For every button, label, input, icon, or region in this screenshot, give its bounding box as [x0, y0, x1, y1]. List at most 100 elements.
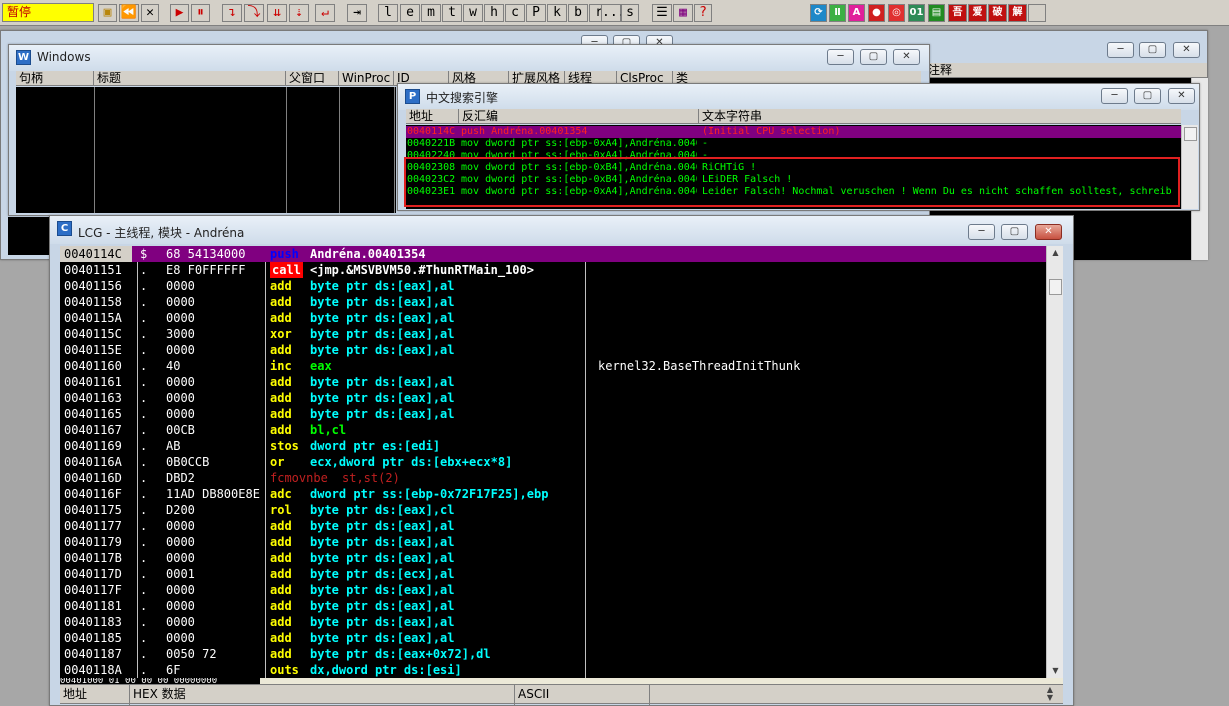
search-result-row[interactable]: 0040221B mov dword ptr ss:[ebp-0xA4],Andr…	[406, 138, 1189, 150]
rewind-icon[interactable]: ⏪	[119, 4, 139, 22]
execute-till-return-icon[interactable]: ↵	[315, 4, 335, 22]
dump-col-hex[interactable]: HEX 数据	[130, 685, 515, 705]
goto-icon[interactable]: ⇥	[347, 4, 367, 22]
disasm-row[interactable]: 0040116A. 0B0CCB or ecx,dword ptr ds:[ebx+e…	[60, 454, 1046, 470]
plugin-love-icon[interactable]: 爱	[968, 4, 987, 22]
search-result-row[interactable]: 0040114C push Andréna.00401354 (Initial CP…	[406, 126, 1189, 138]
plugin-a-icon[interactable]: A	[848, 4, 865, 22]
step-into-icon[interactable]: ↴	[222, 4, 242, 22]
disasm-row[interactable]: 0040114C $68 54134000 push Andréna.00401354	[60, 246, 1046, 262]
search-window-maximize-button[interactable]: ▢	[1134, 88, 1161, 104]
toolbar-letter-c[interactable]: c	[505, 4, 525, 22]
disasm-row[interactable]: 00401156. 0000 add byte ptr ds:[eax],al	[60, 278, 1046, 294]
disasm-row[interactable]: 00401185. 0000 add byte ptr ds:[eax],al	[60, 630, 1046, 646]
disasm-row[interactable]: 00401169. AB stos dword ptr es:[edi]	[60, 438, 1046, 454]
disasm-row[interactable]: 0040116F. 11AD DB800E8E adc dword ptr ss:[e…	[60, 486, 1046, 502]
toolbar-letter-m[interactable]: m	[421, 4, 441, 22]
open-file-icon[interactable]: ▣	[98, 4, 117, 22]
pause-icon[interactable]: ⏸	[191, 4, 210, 22]
windows-window-close-button[interactable]: ✕	[893, 49, 920, 65]
dump-col-address[interactable]: 地址	[60, 685, 130, 705]
disasm-row[interactable]: 00401163. 0000 add byte ptr ds:[eax],al	[60, 390, 1046, 406]
disasm-row[interactable]: 00401179. 0000 add byte ptr ds:[eax],al	[60, 534, 1046, 550]
disasm-row[interactable]: 0040117F. 0000 add byte ptr ds:[eax],al	[60, 582, 1046, 598]
help-icon[interactable]: ?	[694, 4, 712, 22]
dump-scroll-icon[interactable]: ▲ ▼	[1044, 686, 1056, 702]
windows-window-minimize-button[interactable]: ─	[827, 49, 854, 65]
scroll-up-arrow-icon[interactable]: ▲	[1047, 246, 1064, 260]
disasm-row[interactable]: 00401151. E8 F0FFFFFF call <jmp.&MSVBVM50.#…	[60, 262, 1046, 278]
plugin-language-icon[interactable]: 吾	[948, 4, 967, 22]
search-col-disasm[interactable]: 反汇编	[459, 109, 699, 124]
toolbar-letter-h[interactable]: h	[484, 4, 504, 22]
disasm-addr: 0040117F	[64, 583, 122, 597]
search-window-minimize-button[interactable]: ─	[1101, 88, 1128, 104]
col-title[interactable]: 标题	[94, 71, 286, 86]
disassembly-scroll-thumb[interactable]	[1049, 279, 1062, 295]
plugin-solve-icon[interactable]: 解	[1008, 4, 1027, 22]
back-window2-maximize-button[interactable]: ▢	[1139, 42, 1166, 58]
disasm-row[interactable]: 0040116D. DBD2 fcmovnbe st,st(2)	[60, 470, 1046, 486]
disasm-ops: byte ptr ds:[eax],al	[310, 295, 455, 309]
toolbar-letter-b[interactable]: b	[568, 4, 588, 22]
plugin-binary-icon[interactable]: 01	[908, 4, 925, 22]
disasm-row[interactable]: 00401161. 0000 add byte ptr ds:[eax],al	[60, 374, 1046, 390]
options-icon[interactable]: ▦	[673, 4, 693, 22]
col-handle[interactable]: 句柄	[16, 71, 94, 86]
plugin-pause-icon[interactable]: Ⅱ	[829, 4, 846, 22]
toolbar-letter-w[interactable]: w	[463, 4, 483, 22]
disasm-row[interactable]: 0040115C. 3000 xor byte ptr ds:[eax],al	[60, 326, 1046, 342]
disasm-row[interactable]: 00401187. 0050 72 add byte ptr ds:[eax+0x72…	[60, 646, 1046, 662]
col-winproc[interactable]: WinProc	[339, 71, 394, 86]
step-over-icon[interactable]: ⤵	[244, 4, 264, 22]
plugin-target-icon[interactable]: ◎	[888, 4, 905, 22]
search-scrollbar[interactable]	[1181, 125, 1198, 209]
toolbar-letter-P[interactable]: P	[526, 4, 546, 22]
disassembly-scrollbar[interactable]: ▲ ▼	[1046, 246, 1063, 678]
toolbar-letter-t[interactable]: t	[442, 4, 462, 22]
col-parent[interactable]: 父窗口	[286, 71, 339, 86]
toolbar-letter-ellipsis[interactable]: ...	[601, 4, 625, 22]
back-window2-close-button[interactable]: ✕	[1173, 42, 1200, 58]
windows-window-maximize-button[interactable]: ▢	[860, 49, 887, 65]
scroll-down-arrow-icon[interactable]: ▼	[1047, 664, 1064, 678]
run-icon[interactable]: ▶	[170, 4, 189, 22]
disassembly-pane[interactable]: 0040114C $68 54134000 push Andréna.00401354…	[60, 246, 1046, 678]
plugin-crack-icon[interactable]: 破	[988, 4, 1007, 22]
disasm-row[interactable]: 00401160. 40 inc eax	[60, 358, 1046, 374]
close-debug-icon[interactable]: ✕	[141, 4, 159, 22]
trace-into-icon[interactable]: ⇊	[267, 4, 287, 22]
disasm-row[interactable]: 00401167. 00CB add bl,cl	[60, 422, 1046, 438]
comment-kernel32: kernel32.BaseThreadInitThunk	[598, 359, 801, 373]
disasm-row[interactable]: 00401158. 0000 add byte ptr ds:[eax],al	[60, 294, 1046, 310]
toolbar-letter-e[interactable]: e	[400, 4, 420, 22]
disasm-row[interactable]: 0040117B. 0000 add byte ptr ds:[eax],al	[60, 550, 1046, 566]
disasm-row[interactable]: 00401175. D200 rol byte ptr ds:[eax],cl	[60, 502, 1046, 518]
plugin-refresh-icon[interactable]: ⟳	[810, 4, 827, 22]
cpu-window-close-button[interactable]: ✕	[1035, 224, 1062, 240]
toolbar-letter-l[interactable]: l	[378, 4, 398, 22]
blank-tool-icon[interactable]	[1028, 4, 1046, 22]
disasm-row[interactable]: 00401183. 0000 add byte ptr ds:[eax],al	[60, 614, 1046, 630]
disasm-row[interactable]: 0040115E. 0000 add byte ptr ds:[eax],al	[60, 342, 1046, 358]
list-icon[interactable]: ☰	[652, 4, 672, 22]
search-scroll-thumb[interactable]	[1184, 127, 1197, 141]
search-window-close-button[interactable]: ✕	[1168, 88, 1195, 104]
disasm-row[interactable]: 0040115A. 0000 add byte ptr ds:[eax],al	[60, 310, 1046, 326]
disasm-row[interactable]: 00401181. 0000 add byte ptr ds:[eax],al	[60, 598, 1046, 614]
dump-col-ascii[interactable]: ASCII	[515, 685, 650, 705]
plugin-grid-icon[interactable]: ▤	[928, 4, 945, 22]
disasm-row[interactable]: 0040118A. 6F outs dx,dword ptr ds:[esi]	[60, 662, 1046, 678]
back-window2-minimize-button[interactable]: ─	[1107, 42, 1134, 58]
search-col-text[interactable]: 文本字符串	[699, 109, 1181, 124]
toolbar-letter-s[interactable]: s	[621, 4, 639, 22]
disasm-row[interactable]: 0040117D. 0001 add byte ptr ds:[ecx],al	[60, 566, 1046, 582]
search-col-address[interactable]: 地址	[406, 109, 459, 124]
disasm-row[interactable]: 00401177. 0000 add byte ptr ds:[eax],al	[60, 518, 1046, 534]
trace-over-icon[interactable]: ⇣	[289, 4, 309, 22]
disasm-row[interactable]: 00401165. 0000 add byte ptr ds:[eax],al	[60, 406, 1046, 422]
cpu-window-maximize-button[interactable]: ▢	[1001, 224, 1028, 240]
cpu-window-minimize-button[interactable]: ─	[968, 224, 995, 240]
plugin-record-icon[interactable]: ●	[868, 4, 885, 22]
toolbar-letter-k[interactable]: k	[547, 4, 567, 22]
